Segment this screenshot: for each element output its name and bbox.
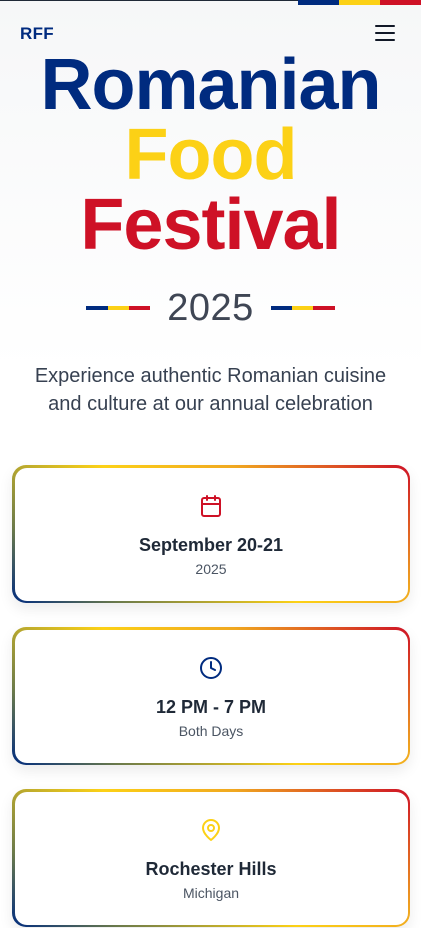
clock-icon [200,656,222,679]
location-card: Rochester Hills Michigan [12,789,410,927]
hero-subtitle: Experience authentic Romanian cuisine an… [34,365,387,415]
hero-title-romanian: Romanian [40,45,381,125]
time-card-title: 12 PM - 7 PM [155,696,267,717]
hamburger-menu-icon[interactable] [375,25,395,41]
location-card-subtitle: Michigan [182,884,240,901]
tricolor-divider-right [270,306,335,310]
hero-title-festival: Festival [80,185,341,265]
logo-link[interactable]: RFF [20,24,54,44]
hero-title-food: Food [124,115,298,195]
location-card-title: Rochester Hills [145,858,277,879]
date-card: September 20-21 2025 [12,465,410,603]
tricolor-divider-left [86,306,151,310]
map-pin-icon [202,818,220,841]
date-card-subtitle: 2025 [195,560,227,577]
date-card-title: September 20-21 [138,534,284,555]
time-card-subtitle: Both Days [178,722,244,739]
time-card: 12 PM - 7 PM Both Days [12,627,410,765]
hero-title: Romanian Food Festival [0,45,421,265]
year-row: 2025 [0,286,421,330]
calendar-icon [201,494,221,517]
festival-year: 2025 [167,286,254,329]
